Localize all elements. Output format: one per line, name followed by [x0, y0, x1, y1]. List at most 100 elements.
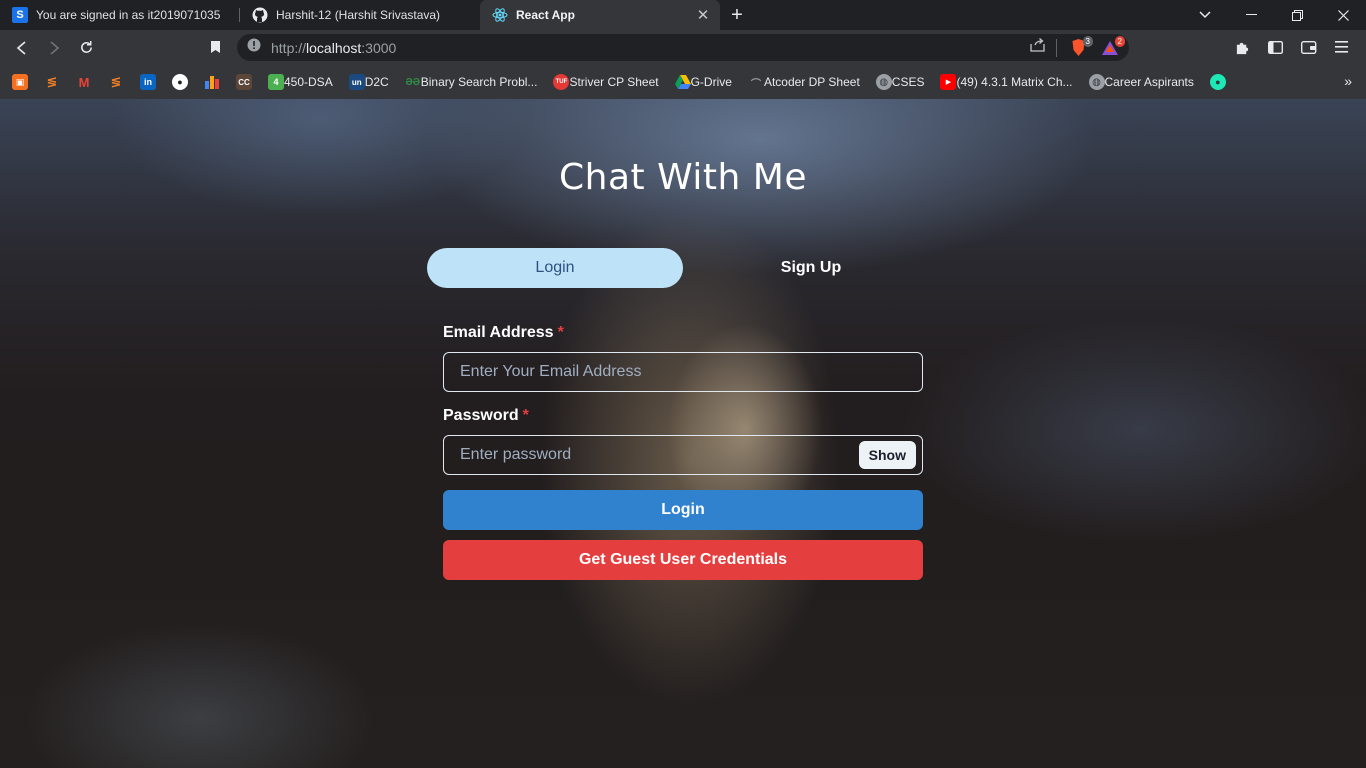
- extensions-puzzle-icon[interactable]: [1226, 32, 1259, 62]
- bookmark-item[interactable]: [204, 74, 220, 90]
- brave-shields-icon[interactable]: 3: [1067, 35, 1093, 58]
- email-label: Email Address *: [443, 321, 923, 345]
- chart-icon: [204, 74, 220, 90]
- share-icon[interactable]: [1030, 38, 1046, 57]
- page-title: Chat With Me: [559, 157, 807, 198]
- login-button[interactable]: Login: [443, 490, 923, 530]
- password-field[interactable]: Enter password Show: [443, 435, 923, 475]
- tuf-icon: TUF: [553, 74, 570, 90]
- chat-icon: ●: [1209, 74, 1226, 90]
- bookmark-label: G-Drive: [690, 75, 732, 89]
- bookmarks-bar: ▣ ≶ M ≶ in ● CC 4 450-DSA un D2C ƏƏ Binary …: [0, 65, 1366, 99]
- show-password-button[interactable]: Show: [858, 441, 916, 469]
- login-form: Email Address * Enter Your Email Address…: [443, 321, 923, 580]
- browser-tab-active[interactable]: React App ✕: [480, 0, 720, 30]
- menu-hamburger-icon[interactable]: [1325, 32, 1358, 62]
- required-mark: *: [522, 407, 529, 424]
- password-placeholder: Enter password: [460, 446, 572, 463]
- bookmark-label: Atcoder DP Sheet: [763, 75, 860, 89]
- close-tab-icon[interactable]: ✕: [696, 6, 710, 24]
- tab-title: React App: [516, 8, 575, 22]
- bookmark-450-dsa[interactable]: 4 450-DSA: [268, 74, 333, 90]
- url-scheme: http://: [271, 39, 307, 56]
- minimize-button[interactable]: [1228, 0, 1274, 30]
- wallet-icon[interactable]: [1292, 32, 1325, 62]
- stack-icon: ≶: [46, 74, 58, 89]
- bookmark-atcoder[interactable]: ⌒ Atcoder DP Sheet: [748, 74, 860, 90]
- bookmark-item[interactable]: ●: [172, 74, 188, 90]
- github-icon: [252, 7, 268, 23]
- brave-rewards-icon[interactable]: 2: [1099, 35, 1125, 58]
- bookmark-item[interactable]: ≶: [108, 74, 124, 90]
- browser-tabstrip: S You are signed in as it2019071035 Hars…: [0, 0, 1366, 30]
- reload-button[interactable]: [70, 33, 102, 63]
- tab-title: You are signed in as it2019071035: [36, 8, 221, 22]
- password-label-text: Password: [443, 407, 519, 424]
- sidebar-toggle-icon[interactable]: [1259, 32, 1292, 62]
- bookmark-label: 450-DSA: [284, 75, 333, 89]
- linkedin-icon: in: [140, 74, 156, 90]
- address-bar[interactable]: http://localhost:3000 3 2: [237, 34, 1129, 61]
- bookmark-label: D2C: [364, 75, 389, 89]
- browser-tab-2[interactable]: Harshit-12 (Harshit Srivastava): [240, 0, 480, 30]
- forward-button[interactable]: [38, 33, 70, 63]
- restore-button[interactable]: [1274, 0, 1320, 30]
- tab-title: Harshit-12 (Harshit Srivastava): [276, 8, 441, 22]
- bookmark-item[interactable]: M: [76, 74, 92, 90]
- bookmark-item[interactable]: ●: [1209, 74, 1226, 90]
- bookmark-item[interactable]: in: [140, 74, 156, 90]
- tab-search-chevron-icon[interactable]: [1182, 0, 1228, 30]
- cc-icon: CC: [236, 74, 252, 90]
- bookmark-item[interactable]: CC: [236, 74, 252, 90]
- bookmark-cses[interactable]: ◍ CSES: [875, 74, 925, 90]
- bookmark-striver[interactable]: TUF Striver CP Sheet: [553, 74, 659, 90]
- rewards-count: 2: [1114, 35, 1125, 47]
- bookmarks-overflow-icon[interactable]: »: [1344, 73, 1352, 89]
- bookmark-item[interactable]: ▣: [12, 74, 28, 90]
- bookmark-career-aspirants[interactable]: ◍ Career Aspirants: [1088, 74, 1194, 90]
- bookmark-icon[interactable]: [199, 32, 231, 62]
- back-button[interactable]: [6, 33, 38, 63]
- bookmark-label: (49) 4.3.1 Matrix Ch...: [956, 75, 1073, 89]
- bookmark-label: CSES: [891, 75, 925, 89]
- tab-sign-up[interactable]: Sign Up: [683, 248, 939, 288]
- bookmark-label: Career Aspirants: [1104, 75, 1194, 89]
- toolbar-right-actions: [1226, 32, 1358, 62]
- drive-icon: [674, 74, 691, 90]
- bookmark-label: Binary Search Probl...: [420, 75, 538, 89]
- email-field[interactable]: Enter Your Email Address: [443, 352, 923, 392]
- atcoder-icon: ⌒: [750, 78, 761, 90]
- close-window-button[interactable]: [1320, 0, 1366, 30]
- url-text[interactable]: http://localhost:3000: [271, 40, 1030, 56]
- bookmark-binary-search[interactable]: ƏƏ Binary Search Probl...: [405, 74, 538, 90]
- react-icon: [492, 7, 508, 23]
- bookmark-d2c[interactable]: un D2C: [348, 74, 389, 90]
- required-mark: *: [557, 324, 564, 341]
- s-icon: S: [12, 7, 28, 23]
- bookmark-label: Striver CP Sheet: [569, 75, 659, 89]
- browser-tab-1[interactable]: S You are signed in as it2019071035: [0, 0, 240, 30]
- globe-icon: ◍: [875, 74, 892, 90]
- youtube-icon: ▶: [940, 74, 957, 90]
- toolbar-divider: [1056, 38, 1057, 57]
- github-icon: ●: [172, 74, 188, 90]
- unstop-icon: un: [348, 74, 365, 90]
- gmail-icon: M: [78, 74, 90, 90]
- hand-icon: ▣: [12, 74, 28, 90]
- bookmark-item[interactable]: ≶: [44, 74, 60, 90]
- bookmark-youtube[interactable]: ▶ (49) 4.3.1 Matrix Ch...: [940, 74, 1073, 90]
- window-controls: [1182, 0, 1366, 30]
- auth-tabs: Login Sign Up: [427, 248, 939, 288]
- shields-count: 3: [1082, 35, 1093, 47]
- new-tab-button[interactable]: +: [724, 0, 750, 30]
- bookmark-gdrive[interactable]: G-Drive: [674, 74, 732, 90]
- email-placeholder: Enter Your Email Address: [460, 363, 642, 380]
- gfg-icon: ƏƏ: [405, 76, 420, 88]
- tab-login[interactable]: Login: [427, 248, 683, 288]
- password-label: Password *: [443, 404, 923, 428]
- four-icon: 4: [268, 74, 284, 90]
- browser-toolbar: http://localhost:3000 3 2: [0, 30, 1366, 65]
- globe-icon: ◍: [1088, 74, 1105, 90]
- guest-credentials-button[interactable]: Get Guest User Credentials: [443, 540, 923, 580]
- info-icon[interactable]: [247, 38, 261, 57]
